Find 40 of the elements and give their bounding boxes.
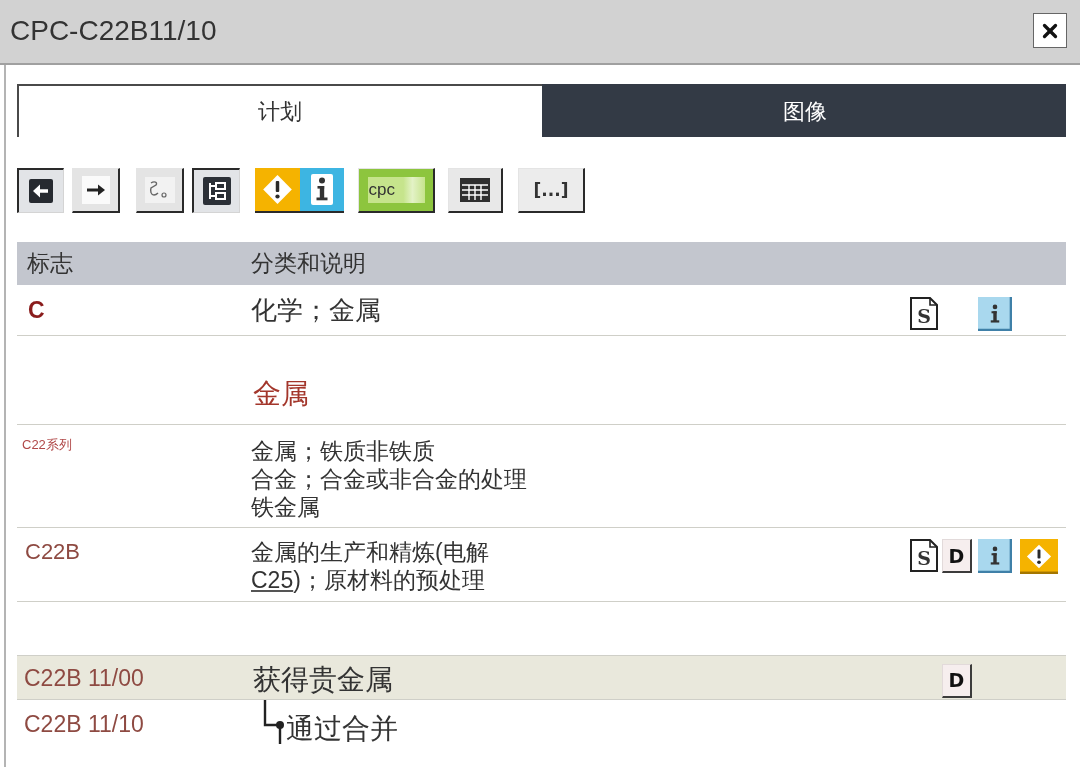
back-button[interactable] bbox=[17, 168, 64, 213]
description-text: 金属的生产和精炼(电解 C25)；原材料的预处理 bbox=[251, 538, 490, 594]
info-icon[interactable] bbox=[978, 297, 1012, 331]
description-text: 获得贵金属 bbox=[253, 662, 393, 697]
info-icon[interactable] bbox=[978, 539, 1012, 573]
forward-button[interactable] bbox=[72, 168, 120, 213]
table-button[interactable] bbox=[448, 168, 503, 213]
info-icon[interactable] bbox=[300, 168, 344, 211]
description-text: 金属；铁质非铁质 bbox=[251, 437, 436, 465]
scribble-button[interactable] bbox=[136, 168, 184, 213]
description-text: 合金；合金或非合金的处理 bbox=[251, 465, 527, 493]
window-title: CPC-C22B11/10 bbox=[10, 13, 217, 48]
classification-symbol: C22B bbox=[25, 538, 81, 566]
column-header: 标志 bbox=[26, 249, 73, 278]
reference-link[interactable]: C25 bbox=[251, 567, 294, 593]
description-text: 通过合并 bbox=[286, 712, 398, 746]
document-icon[interactable]: S bbox=[910, 297, 938, 330]
tree-icon bbox=[202, 177, 231, 205]
scribble-icon bbox=[144, 177, 175, 203]
cpc-button[interactable]: cpc bbox=[358, 168, 435, 213]
tab[interactable]: 计划 bbox=[17, 84, 542, 137]
warning-info-button[interactable] bbox=[255, 168, 344, 213]
tree-branch-icon bbox=[262, 700, 286, 744]
classification-symbol: C22系列 bbox=[22, 437, 72, 453]
column-header: 分类和说明 bbox=[251, 249, 366, 278]
description-text: 化学；金属 bbox=[251, 294, 381, 326]
classification-symbol: C22B 11/00 bbox=[24, 663, 144, 692]
description-text: 铁金属 bbox=[251, 493, 321, 521]
classification-symbol: C22B 11/10 bbox=[24, 710, 144, 738]
close-button[interactable] bbox=[1033, 13, 1067, 48]
letter-tile-icon[interactable]: D bbox=[942, 663, 972, 698]
section-title: 金属 bbox=[253, 377, 309, 411]
document-icon[interactable]: S bbox=[910, 539, 938, 572]
grid-icon bbox=[460, 178, 490, 202]
classification-symbol: C bbox=[28, 296, 45, 324]
tab[interactable]: 图像 bbox=[541, 84, 1066, 137]
more-button[interactable]: [...] bbox=[518, 168, 585, 213]
warning-icon[interactable] bbox=[255, 168, 300, 211]
tree-view-button[interactable] bbox=[192, 168, 240, 213]
letter-tile-icon[interactable]: D bbox=[942, 539, 972, 573]
